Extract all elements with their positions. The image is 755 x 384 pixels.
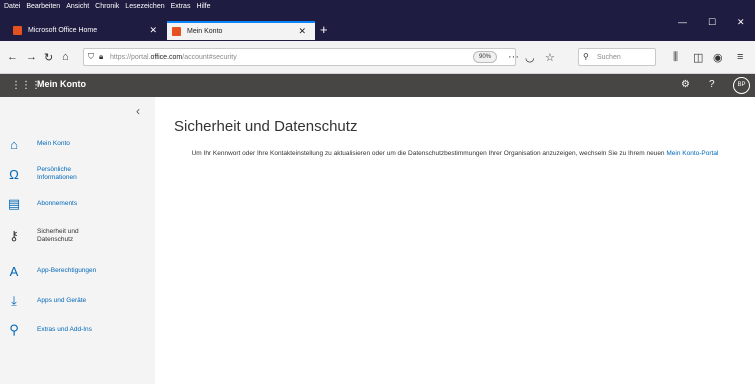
settings-gear-icon[interactable]: ⚙ <box>681 79 690 90</box>
maximize-icon[interactable]: ☐ <box>708 17 716 28</box>
sidebar-item-label: App-Berechtigungen <box>37 267 97 274</box>
sidebar-item-sicherheit[interactable]: ⚷ Sicherheit und Datenschutz <box>0 226 155 246</box>
tab-strip: Microsoft Office Home ✕ Mein Konto ✕ + —… <box>0 13 755 41</box>
search-placeholder: Suchen <box>597 53 621 61</box>
collapse-sidebar-icon[interactable]: ‹ <box>136 104 140 118</box>
close-tab-icon[interactable]: ✕ <box>149 25 157 36</box>
sidebar: ‹ ⌂ Mein Konto Ω Persönliche Information… <box>0 97 155 384</box>
page-title: Sicherheit und Datenschutz <box>174 118 358 135</box>
minimize-icon[interactable]: — <box>678 17 687 27</box>
home-nav-icon[interactable]: ⌂ <box>62 51 69 63</box>
app-title[interactable]: Mein Konto <box>37 79 86 89</box>
menu-extras[interactable]: Extras <box>171 3 191 10</box>
tab-label: Microsoft Office Home <box>28 27 98 34</box>
sidebar-item-mein-konto[interactable]: ⌂ Mein Konto <box>0 136 155 152</box>
url-bar[interactable]: https://portal. office.com/account#securi… <box>83 48 516 66</box>
search-icon: ⚲ <box>583 52 589 61</box>
sidebar-item-extras-und-add-ins[interactable]: ⚲ Extras und Add-Ins <box>0 322 155 337</box>
url-prefix: https://portal. <box>110 53 151 61</box>
url-path: /account#security <box>182 53 237 61</box>
sidebar-item-persoenliche-informationen[interactable]: Ω Persönliche Informationen <box>0 164 155 184</box>
account-icon[interactable]: ◉ <box>713 51 723 64</box>
pocket-icon[interactable]: ◡ <box>525 51 535 64</box>
sidebar-item-app-berechtigungen[interactable]: A App-Berechtigungen <box>0 263 155 279</box>
shield-icon[interactable]: ⛉ <box>88 52 94 62</box>
sidebar-item-label: Persönliche Informationen <box>37 166 77 181</box>
zoom-indicator[interactable]: 90% <box>473 51 497 63</box>
forward-icon[interactable]: → <box>26 51 37 63</box>
home-icon: ⌂ <box>10 136 18 152</box>
menu-bearbeiten[interactable]: Bearbeiten <box>26 3 60 10</box>
menu-datei[interactable]: Datei <box>4 3 20 10</box>
lock-icon: 🔒︎ <box>99 52 104 61</box>
card-icon: ▤ <box>7 196 21 211</box>
search-input[interactable]: Suchen <box>578 48 656 66</box>
wrench-icon: ⚲ <box>9 322 19 337</box>
sidebar-item-label: Apps und Geräte <box>37 297 87 304</box>
close-window-icon[interactable]: ✕ <box>737 17 745 28</box>
help-icon[interactable]: ? <box>709 79 715 90</box>
tab-office-home[interactable]: Microsoft Office Home ✕ <box>13 21 166 40</box>
avatar[interactable]: BP <box>733 77 750 94</box>
back-icon[interactable]: ← <box>7 51 18 63</box>
sidebar-item-label: Extras und Add-Ins <box>37 326 92 333</box>
menu-bar: Datei Bearbeiten Ansicht Chronik Lesezei… <box>0 0 755 13</box>
menu-lesezeichen[interactable]: Lesezeichen <box>125 3 164 10</box>
bookmark-star-icon[interactable]: ☆ <box>545 51 555 64</box>
download-icon: ⤓ <box>11 293 17 308</box>
url-host: office.com <box>150 53 183 61</box>
lock-icon: A <box>9 263 19 279</box>
sidebar-item-label: Mein Konto <box>37 140 70 147</box>
sidebar-item-label: Abonnements <box>37 200 78 207</box>
office-favicon-icon <box>13 26 22 35</box>
menu-hilfe[interactable]: Hilfe <box>196 3 210 10</box>
mein-konto-portal-link[interactable]: Mein Konto-Portal <box>666 150 718 157</box>
info-text: Um Ihr Kennwort oder Ihre Kontakteinstel… <box>191 150 665 157</box>
library-icon[interactable]: ⫼ <box>673 51 678 64</box>
sidebar-item-abonnements[interactable]: ▤ Abonnements <box>0 196 155 211</box>
tab-label: Mein Konto <box>187 28 223 35</box>
reload-icon[interactable]: ↻ <box>44 51 53 64</box>
new-tab-icon[interactable]: + <box>320 22 328 37</box>
sidebar-item-label: Sicherheit und Datenschutz <box>37 228 79 243</box>
tab-mein-konto[interactable]: Mein Konto ✕ <box>167 21 315 40</box>
nav-toolbar: ← → ↻ ⌂ https://portal. office.com/accoun… <box>0 41 755 74</box>
key-icon: ⚷ <box>9 228 19 243</box>
menu-chronik[interactable]: Chronik <box>95 3 119 10</box>
person-icon: Ω <box>9 166 19 182</box>
info-message: Um Ihr Kennwort oder Ihre Kontakteinstel… <box>160 150 750 158</box>
close-tab-icon[interactable]: ✕ <box>298 26 306 37</box>
sidebar-item-apps-und-geraete[interactable]: ⤓ Apps und Geräte <box>0 293 155 308</box>
sidebar-toggle-icon[interactable]: ◫ <box>693 51 703 64</box>
page-actions-icon[interactable]: ··· <box>508 51 519 63</box>
office-favicon-icon <box>172 27 181 36</box>
hamburger-menu-icon[interactable]: ≡ <box>737 51 743 63</box>
app-header: ⋮⋮⋮ Mein Konto ⚙ ? BP <box>0 74 755 97</box>
menu-ansicht[interactable]: Ansicht <box>66 3 89 10</box>
